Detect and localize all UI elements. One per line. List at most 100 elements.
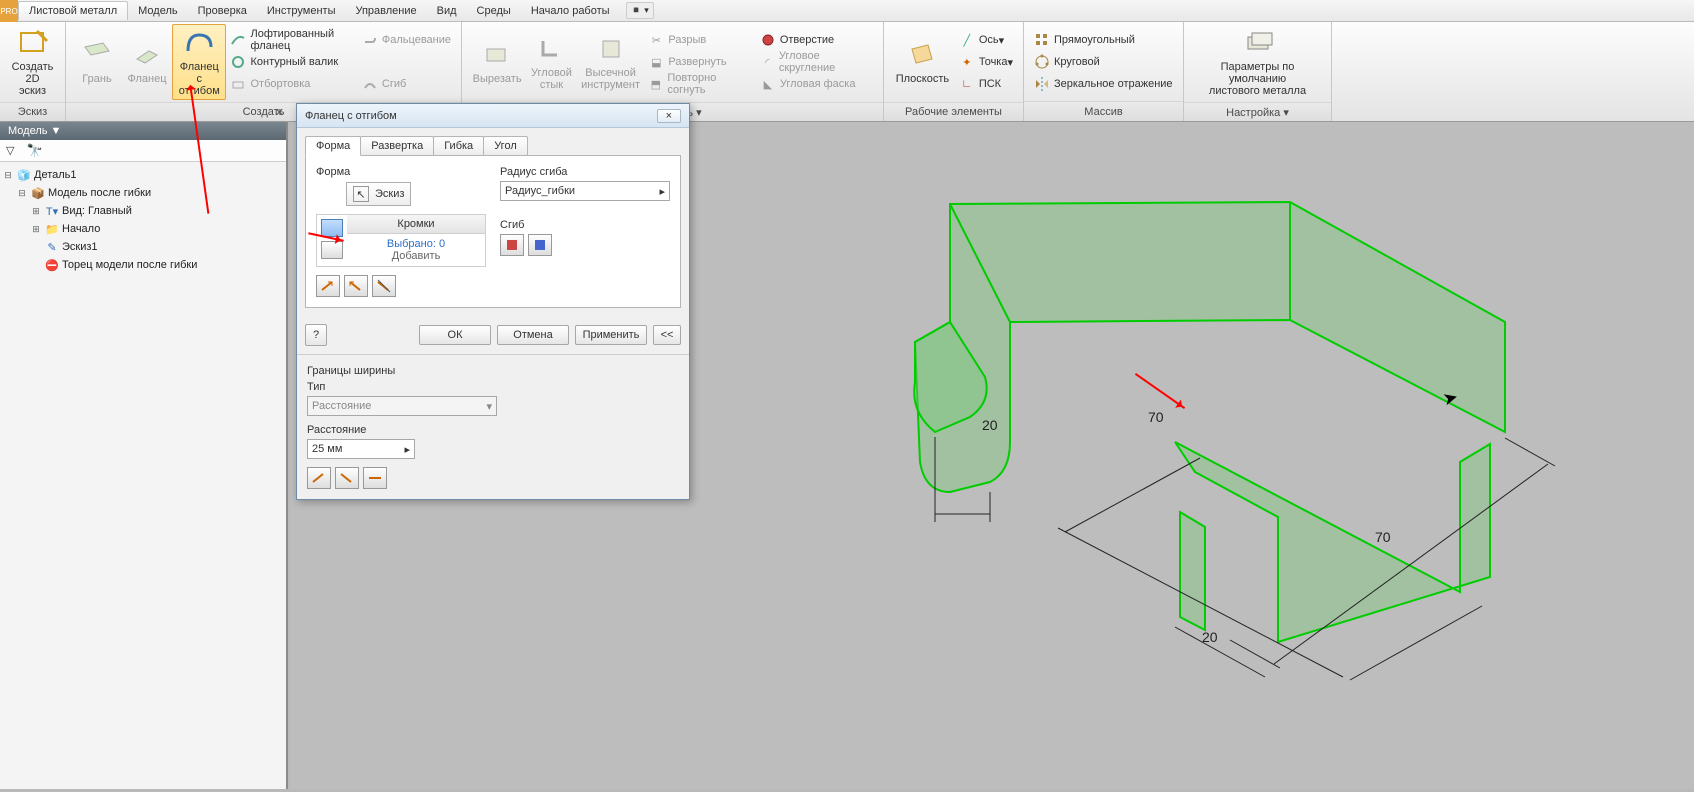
help-button[interactable]: ? bbox=[305, 324, 327, 346]
collapse-button[interactable]: << bbox=[653, 325, 681, 345]
bend-position-1[interactable] bbox=[500, 234, 524, 256]
cutout-icon bbox=[230, 76, 246, 92]
menu-tab-inspect[interactable]: Проверка bbox=[188, 2, 257, 20]
folded-icon: 📦 bbox=[30, 185, 46, 201]
bend-section-label: Сгиб bbox=[500, 219, 670, 231]
tab-corner[interactable]: Угол bbox=[483, 136, 528, 155]
bend-radius-input[interactable]: Радиус_гибки▸ bbox=[500, 181, 670, 201]
model-tree: ⊟🧊Деталь1 ⊟📦Модель после гибки ⊞T▾Вид: Г… bbox=[0, 162, 286, 278]
menu-overflow[interactable]: ◾ ▾ bbox=[626, 2, 654, 19]
lofted-flange-button[interactable]: Лофтированный фланец bbox=[226, 29, 357, 51]
axis-button[interactable]: ╱Ось▾ bbox=[955, 29, 1017, 51]
menu-tab-model[interactable]: Модель bbox=[128, 2, 187, 20]
sheetmetal-defaults-button[interactable]: Параметры по умолчанию листового металла bbox=[1190, 24, 1325, 100]
mirror-button[interactable]: Зеркальное отражение bbox=[1030, 73, 1177, 95]
refold-icon: ⬒ bbox=[648, 76, 663, 92]
distance-input[interactable]: 25 мм▸ bbox=[307, 439, 415, 459]
folder-icon: 📁 bbox=[44, 221, 60, 237]
tree-origin[interactable]: ⊞📁Начало bbox=[2, 220, 284, 238]
contour-roll-icon bbox=[230, 54, 246, 70]
panel-close-icon[interactable]: ✕ bbox=[275, 106, 284, 119]
profile-sketch-selector[interactable]: ↖ Эскиз bbox=[346, 182, 411, 206]
refold-button[interactable]: ⬒Повторно согнуть bbox=[644, 73, 755, 95]
axis-label: Ось bbox=[979, 34, 999, 46]
menu-tab-view[interactable]: Вид bbox=[427, 2, 467, 20]
width-dir-1[interactable] bbox=[307, 467, 331, 489]
apply-button[interactable]: Применить bbox=[575, 325, 647, 345]
contour-flange-icon bbox=[183, 27, 215, 59]
corner-round-button[interactable]: ◜Угловое скругление bbox=[756, 51, 877, 73]
tree-label: Начало bbox=[62, 223, 100, 235]
cancel-button[interactable]: Отмена bbox=[497, 325, 569, 345]
contour-roll-button[interactable]: Контурный валик bbox=[226, 51, 357, 73]
dropdown-arrow-icon: ▾ bbox=[486, 400, 492, 413]
tree-folded-model[interactable]: ⊟📦Модель после гибки bbox=[2, 184, 284, 202]
add-edge-link[interactable]: Добавить bbox=[355, 250, 477, 262]
menu-tab-tools[interactable]: Инструменты bbox=[257, 2, 346, 20]
plane-button[interactable]: Плоскость bbox=[890, 24, 955, 100]
dim-70a: 70 bbox=[1148, 409, 1164, 425]
type-combo[interactable]: Расстояние ▾ bbox=[307, 396, 497, 416]
menu-tab-env[interactable]: Среды bbox=[467, 2, 521, 20]
menu-tab-manage[interactable]: Управление bbox=[345, 2, 426, 20]
ok-button[interactable]: ОК bbox=[419, 325, 491, 345]
cut-button[interactable]: Вырезать bbox=[468, 24, 526, 100]
sketch-icon bbox=[17, 27, 49, 59]
pattern-rect-button[interactable]: Прямоугольный bbox=[1030, 29, 1177, 51]
tab-unfold[interactable]: Развертка bbox=[360, 136, 434, 155]
menu-tab-sheetmetal[interactable]: Листовой металл bbox=[18, 1, 128, 20]
tree-sketch1[interactable]: ✎Эскиз1 bbox=[2, 238, 284, 256]
type-value: Расстояние bbox=[312, 400, 371, 412]
contour-roll-label: Контурный валик bbox=[250, 56, 338, 68]
dialog-close-button[interactable]: × bbox=[657, 109, 681, 123]
corner-seam-button[interactable]: Угловой стык bbox=[526, 24, 577, 100]
face-button[interactable]: Грань bbox=[72, 24, 122, 100]
hem-button[interactable]: Фальцевание bbox=[358, 29, 455, 51]
corner-chamfer-icon: ◣ bbox=[760, 76, 776, 92]
ucs-button[interactable]: ∟ПСК bbox=[955, 73, 1017, 95]
width-dir-2[interactable] bbox=[335, 467, 359, 489]
bend-icon bbox=[362, 76, 378, 92]
bend-button[interactable]: Сгиб bbox=[358, 73, 455, 95]
bend-radius-value: Радиус_гибки bbox=[505, 185, 575, 197]
pattern-circ-button[interactable]: Круговой bbox=[1030, 51, 1177, 73]
dialog-button-row: ? ОК Отмена Применить << bbox=[297, 316, 689, 354]
tab-shape[interactable]: Форма bbox=[305, 136, 361, 156]
rip-button[interactable]: ✂Разрыв bbox=[644, 29, 755, 51]
create-2d-sketch-button[interactable]: Создать 2D эскиз bbox=[6, 24, 59, 100]
create-2d-sketch-label: Создать 2D эскиз bbox=[12, 61, 54, 97]
unfold-button[interactable]: ⬓Развернуть bbox=[644, 51, 755, 73]
point-button[interactable]: ✦Точка▾ bbox=[955, 51, 1017, 73]
corner-chamfer-button[interactable]: ◣Угловая фаска bbox=[756, 73, 877, 95]
flip-direction-3[interactable] bbox=[372, 275, 396, 297]
hole-button[interactable]: Отверстие bbox=[756, 29, 877, 51]
hem-label: Фальцевание bbox=[382, 34, 451, 46]
dialog-titlebar[interactable]: Фланец с отгибом × bbox=[297, 104, 689, 128]
shape-section-label: Форма bbox=[316, 166, 486, 178]
cutout-button[interactable]: Отбортовка bbox=[226, 73, 357, 95]
tree-end-of-part[interactable]: ⛔Торец модели после гибки bbox=[2, 256, 284, 274]
find-icon[interactable]: 🔭 bbox=[26, 143, 42, 159]
tree-view-main[interactable]: ⊞T▾Вид: Главный bbox=[2, 202, 284, 220]
tree-label: Модель после гибки bbox=[48, 187, 151, 199]
flip-direction-1[interactable] bbox=[316, 275, 340, 297]
model-browser-header[interactable]: Модель ▼ bbox=[0, 122, 286, 140]
menu-tab-start[interactable]: Начало работы bbox=[521, 2, 620, 20]
defaults-label: Параметры по умолчанию листового металла bbox=[1196, 61, 1319, 97]
tree-part-root[interactable]: ⊟🧊Деталь1 bbox=[2, 166, 284, 184]
selected-count[interactable]: Выбрано: 0 bbox=[355, 238, 477, 250]
corner-round-icon: ◜ bbox=[760, 54, 775, 70]
dialog-body: Форма ↖ Эскиз Кромки Выбрано: bbox=[305, 155, 681, 308]
punch-button[interactable]: Высечной инструмент bbox=[577, 24, 645, 100]
filter-icon[interactable]: ▽ bbox=[6, 144, 14, 157]
distance-value: 25 мм bbox=[312, 443, 342, 455]
tab-bend[interactable]: Гибка bbox=[433, 136, 484, 155]
flange-button[interactable]: Фланец bbox=[122, 24, 172, 100]
flip-direction-2[interactable] bbox=[344, 275, 368, 297]
ribbon-group-setup-label[interactable]: Настройка ▾ bbox=[1184, 102, 1331, 121]
dim-70b: 70 bbox=[1375, 529, 1391, 545]
bend-position-2[interactable] bbox=[528, 234, 552, 256]
width-dir-3[interactable] bbox=[363, 467, 387, 489]
contour-flange-button[interactable]: Фланец с отгибом bbox=[172, 24, 226, 100]
unfold-icon: ⬓ bbox=[648, 54, 664, 70]
